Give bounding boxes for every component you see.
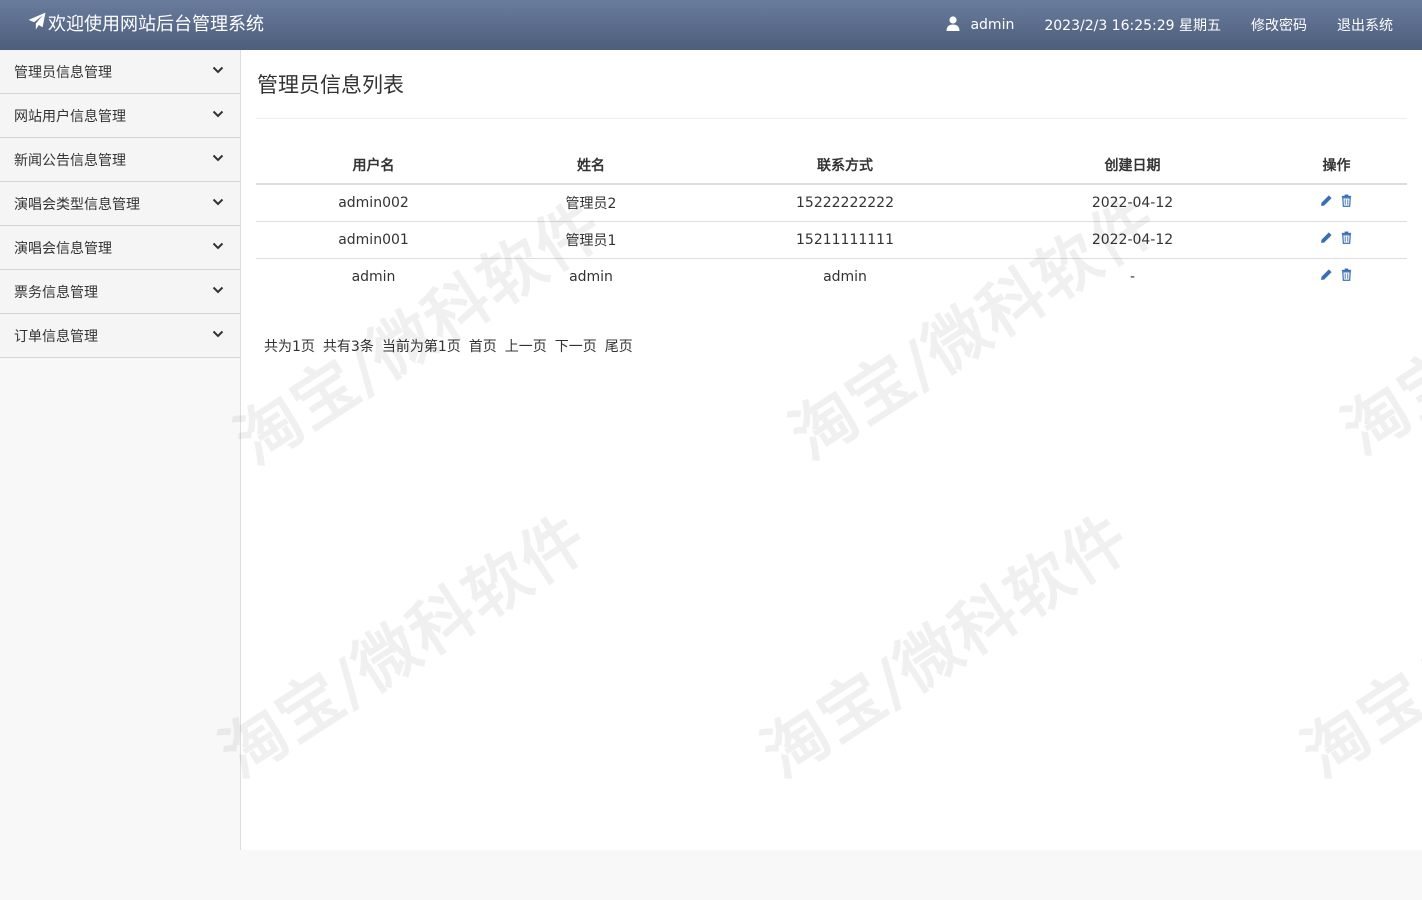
sidebar-item-label: 演唱会类型信息管理 [14, 196, 140, 213]
page-title: 管理员信息列表 [257, 73, 404, 97]
pencil-icon[interactable] [1320, 268, 1333, 281]
column-header-actions: 操作 [1266, 146, 1407, 185]
trash-icon[interactable] [1340, 231, 1353, 244]
last-page-link[interactable]: 尾页 [605, 336, 633, 356]
cell-username: admin002 [338, 194, 409, 211]
sidebar-item-news[interactable]: 新闻公告信息管理 [0, 138, 240, 182]
sidebar-item-label: 订单信息管理 [14, 328, 98, 345]
app-title: 欢迎使用网站后台管理系统 [48, 13, 264, 35]
pencil-icon[interactable] [1320, 194, 1333, 207]
chevron-down-icon [212, 284, 224, 300]
paper-plane-icon [28, 12, 48, 37]
cell-username: admin001 [256, 220, 491, 258]
sidebar-item-label: 管理员信息管理 [14, 64, 112, 81]
brand: 欢迎使用网站后台管理系统 [28, 12, 264, 37]
total-pages: 共为1页 [264, 339, 315, 355]
top-header: 欢迎使用网站后台管理系统 admin 2023/2/3 16:25:29 星期五… [0, 0, 1422, 50]
cell-created: 2022-04-12 [999, 220, 1266, 258]
current-datetime: 2023/2/3 16:25:29 星期五 [1044, 18, 1221, 34]
trash-icon[interactable] [1340, 268, 1353, 282]
chevron-down-icon [212, 240, 224, 256]
pagination: 共为1页 共有3条 当前为第1页 首页 上一页 下一页 尾页 [264, 336, 633, 356]
prev-page-link[interactable]: 上一页 [505, 336, 547, 356]
chevron-down-icon [212, 152, 224, 168]
chevron-down-icon [212, 108, 224, 124]
cell-name: admin [491, 257, 691, 295]
cell-created: - [999, 257, 1266, 295]
current-user: admin [945, 15, 1014, 35]
title-divider [256, 118, 1407, 119]
user-icon [945, 15, 970, 35]
sidebar-item-site-users[interactable]: 网站用户信息管理 [0, 94, 240, 138]
sidebar-item-label: 网站用户信息管理 [14, 108, 126, 125]
sidebar-item-admin-info[interactable]: 管理员信息管理 [0, 50, 240, 94]
first-page-link[interactable]: 首页 [469, 336, 497, 356]
column-header-phone: 联系方式 [691, 146, 999, 185]
total-records: 共有3条 [322, 339, 374, 355]
sidebar-item-orders[interactable]: 订单信息管理 [0, 314, 240, 358]
sidebar-item-concert-types[interactable]: 演唱会类型信息管理 [0, 182, 240, 226]
sidebar-item-label: 演唱会信息管理 [14, 240, 112, 257]
cell-phone: 15222222222 [796, 194, 894, 211]
table-row: admin admin admin - [256, 257, 1407, 295]
logout-link[interactable]: 退出系统 [1337, 15, 1393, 35]
table-row: admin001 管理员1 15211111111 2022-04-12 [256, 220, 1407, 258]
sidebar-item-label: 票务信息管理 [14, 284, 98, 301]
main-content: 管理员信息列表 用户名 姓名 联系方式 创建日期 操作 admin002 管理员… [241, 50, 1422, 850]
cell-actions [1266, 257, 1407, 295]
sidebar-item-label: 新闻公告信息管理 [14, 152, 126, 169]
header-actions: admin 2023/2/3 16:25:29 星期五 修改密码 退出系统 [945, 0, 1422, 50]
admin-table: 用户名 姓名 联系方式 创建日期 操作 admin002 管理员2 152222… [256, 146, 1407, 295]
pencil-icon[interactable] [1320, 231, 1333, 244]
column-header-name: 姓名 [491, 146, 691, 185]
cell-created: 2022-04-12 [1091, 194, 1174, 211]
column-header-username: 用户名 [256, 146, 491, 185]
sidebar: 管理员信息管理 网站用户信息管理 新闻公告信息管理 演唱会类型信息管理 演唱会信… [0, 50, 241, 850]
cell-actions [1266, 220, 1407, 258]
chevron-down-icon [212, 64, 224, 80]
chevron-down-icon [212, 328, 224, 344]
username: admin [970, 17, 1015, 33]
sidebar-item-concerts[interactable]: 演唱会信息管理 [0, 226, 240, 270]
table-header-row: 用户名 姓名 联系方式 创建日期 操作 [256, 146, 1407, 185]
cell-name: 管理员1 [491, 220, 691, 258]
table-row: admin002 管理员2 15222222222 2022-04-12 [256, 184, 1407, 221]
sidebar-item-tickets[interactable]: 票务信息管理 [0, 270, 240, 314]
cell-phone: admin [691, 257, 999, 295]
cell-name: 管理员2 [565, 195, 617, 212]
column-header-created: 创建日期 [999, 146, 1266, 185]
cell-phone: 15211111111 [691, 220, 999, 258]
change-password-link[interactable]: 修改密码 [1251, 15, 1307, 35]
next-page-link[interactable]: 下一页 [555, 336, 597, 356]
cell-actions [1266, 184, 1407, 221]
chevron-down-icon [212, 196, 224, 212]
cell-username: admin [256, 257, 491, 295]
current-page: 当前为第1页 [381, 339, 461, 355]
trash-icon[interactable] [1340, 194, 1353, 208]
